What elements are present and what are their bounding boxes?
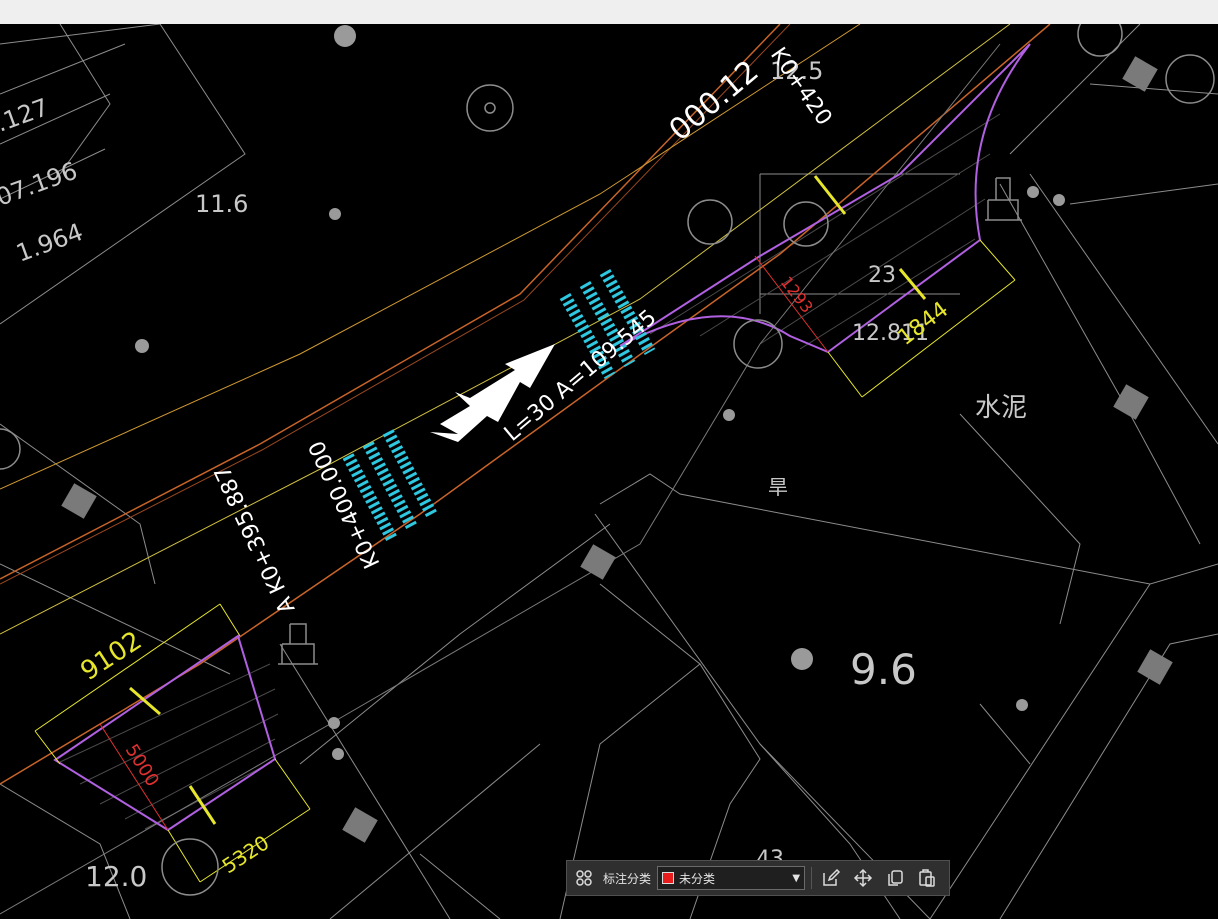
label-116: 11.6 (195, 190, 248, 218)
label-cement: 水泥 (975, 393, 1027, 423)
grid-icon[interactable] (571, 865, 597, 891)
label-120: 12.0 (85, 860, 147, 893)
square-markers (61, 56, 1173, 843)
red-annotations (99, 255, 829, 831)
dim-1293: 1293 (777, 273, 817, 317)
label-127: .127 (0, 93, 52, 138)
move-icon[interactable] (850, 865, 876, 891)
hatch-areas (59, 113, 1001, 830)
paste-icon[interactable] (914, 865, 940, 891)
dim-9102: 9102 (75, 626, 147, 687)
category-dropdown[interactable]: 未分类 ▼ (657, 866, 806, 890)
background-linework (0, 24, 1218, 919)
label-96: 9.6 (850, 645, 917, 694)
label-1964: 1.964 (12, 218, 86, 268)
category-label: 标注分类 (603, 871, 652, 886)
points (135, 25, 1065, 760)
annotation-toolbar: 标注分类 未分类 ▼ (566, 860, 950, 896)
label-07196: 07.196 (0, 157, 81, 212)
copy-icon[interactable] (882, 865, 908, 891)
label-23: 23 (868, 263, 896, 288)
chevron-down-icon: ▼ (792, 872, 801, 884)
label-00012: 000.12 (663, 54, 766, 148)
category-color-swatch (662, 872, 675, 884)
category-value: 未分类 (679, 871, 716, 886)
label-dry-land: 旱 (768, 475, 788, 499)
label-a-k0395: A K0+395.887 (210, 462, 300, 617)
dim-5320: 5320 (218, 830, 274, 878)
edit-icon[interactable] (818, 865, 844, 891)
toolbar-separator (811, 867, 813, 889)
cad-canvas[interactable]: .127 07.196 1.964 11.6 12.5 000.12 K0+42… (0, 24, 1218, 919)
boundary-shapes (53, 43, 1031, 832)
title-bar (0, 0, 1218, 24)
